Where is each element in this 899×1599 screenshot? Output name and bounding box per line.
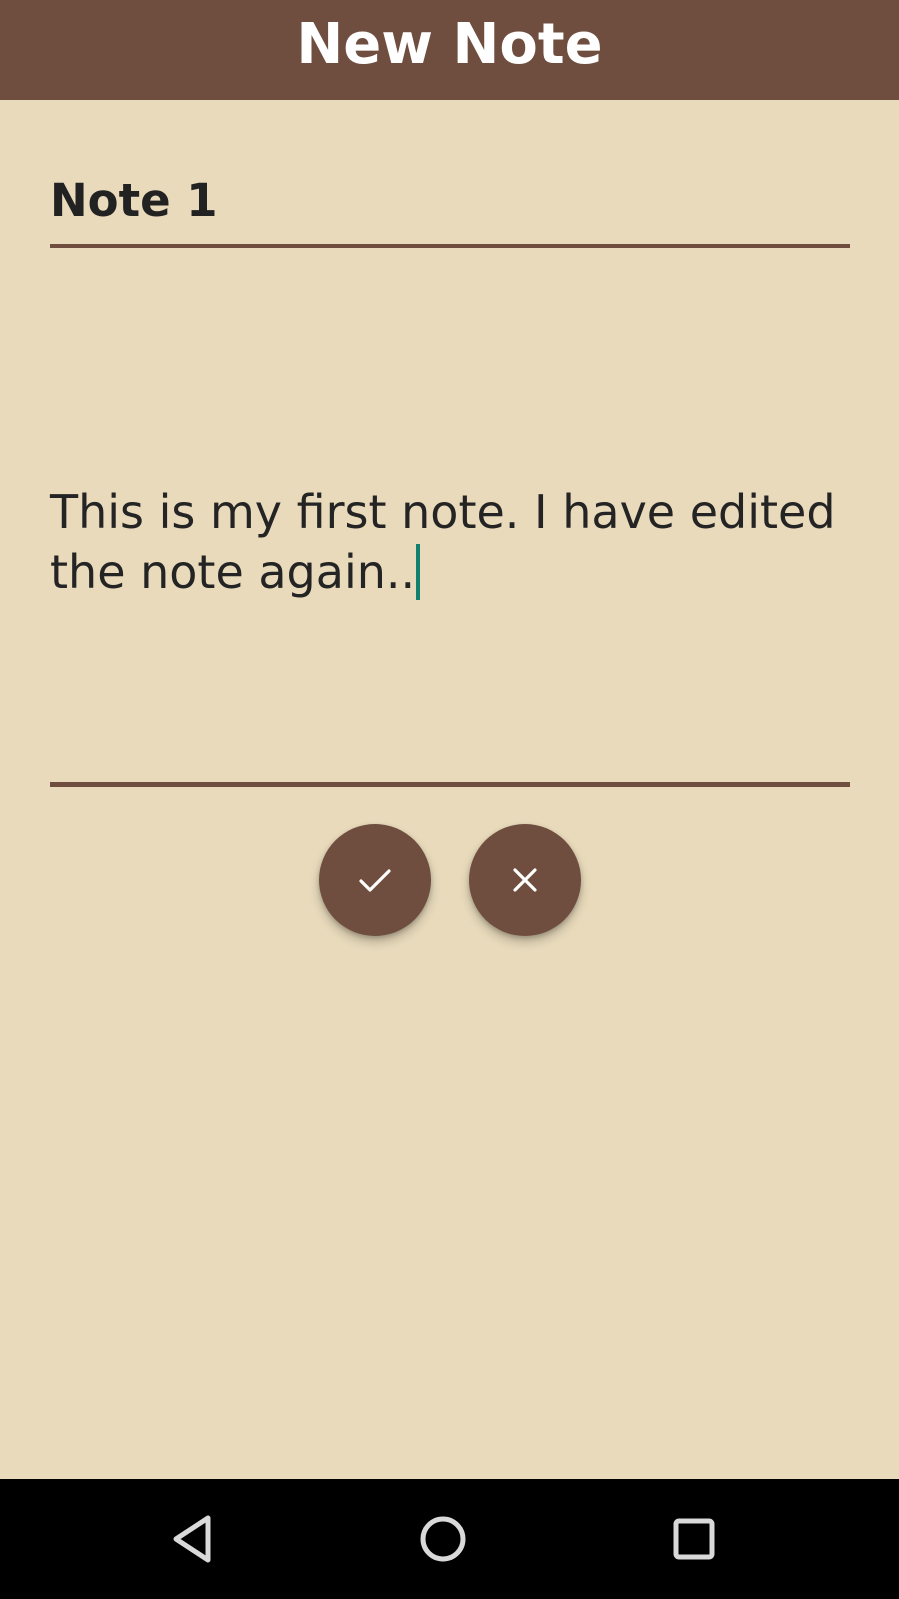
home-button[interactable] bbox=[383, 1479, 503, 1599]
circle-home-icon bbox=[420, 1516, 466, 1562]
back-button[interactable] bbox=[134, 1479, 254, 1599]
note-body-field[interactable]: This is my first note. I have edited the… bbox=[50, 470, 850, 788]
text-cursor bbox=[416, 544, 421, 600]
note-body-input[interactable]: This is my first note. I have edited the… bbox=[50, 482, 840, 602]
close-icon bbox=[513, 868, 537, 892]
system-navigation-bar bbox=[0, 1479, 899, 1599]
square-recents-icon bbox=[673, 1518, 715, 1560]
note-title-input[interactable]: Note 1 bbox=[50, 176, 218, 226]
triangle-back-icon bbox=[173, 1515, 211, 1563]
app-bar: New Note bbox=[0, 0, 899, 100]
body-underline bbox=[50, 782, 850, 787]
note-body-text: This is my first note. I have edited the… bbox=[50, 485, 836, 599]
save-button[interactable] bbox=[319, 824, 431, 936]
recents-button[interactable] bbox=[634, 1479, 754, 1599]
cancel-button[interactable] bbox=[469, 824, 581, 936]
page-title: New Note bbox=[296, 12, 603, 77]
check-icon bbox=[359, 869, 391, 892]
note-title-field[interactable]: Note 1 bbox=[50, 150, 850, 248]
title-underline bbox=[50, 244, 850, 248]
